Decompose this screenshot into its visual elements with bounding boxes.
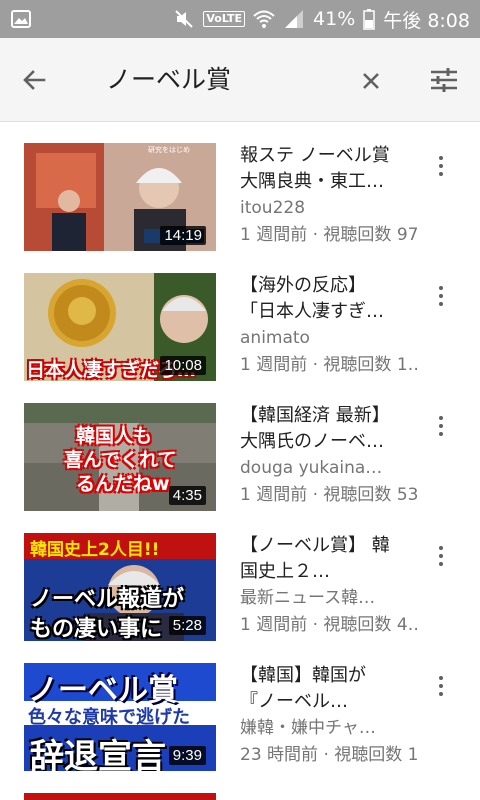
video-meta[interactable]: 【ノーベル賞】 韓 国史上２… 最新ニュース韓… 1 週間前 · 視聴回数 4…: [240, 533, 420, 639]
video-thumbnail[interactable]: 研究をはじめ 14:19: [24, 143, 216, 251]
video-duration: 10:08: [160, 356, 206, 375]
signal-icon: [285, 10, 304, 28]
video-duration: 5:28: [168, 616, 206, 635]
status-bar: VoLTE 41% 午後 8:08: [0, 0, 480, 38]
video-stats: 23 時間前 · 視聴回数 1…: [240, 745, 420, 765]
arrow-back-icon[interactable]: [18, 64, 50, 96]
close-icon[interactable]: [356, 66, 386, 96]
channel-name: 最新ニュース韓…: [240, 588, 376, 608]
mute-icon: [175, 10, 194, 28]
battery-percent: 41%: [313, 8, 356, 30]
thumbnail-caption-1: 韓国人も: [76, 425, 153, 447]
video-result[interactable]: 韓国人も 喜んでくれて るんだねw 4:35 【韓国経済 最新】 大隅氏のノーベ…: [0, 383, 480, 513]
video-meta[interactable]: 【韓国経済 最新】 大隅氏のノーベ… douga yukaina… 1 週間前 …: [240, 403, 420, 509]
video-result[interactable]: 韓国史上2人目!! ノーベル報道が もの凄い事に 5:28 【ノーベル賞】 韓 …: [0, 513, 480, 643]
tune-icon[interactable]: [428, 64, 460, 96]
video-stats: 1 週間前 · 視聴回数 53…: [240, 485, 420, 505]
channel-name: douga yukaina…: [240, 458, 383, 478]
thumbnail-caption-3: 辞退宣言: [30, 737, 166, 771]
video-title: 【韓国】韓国が 『ノーベル…: [240, 665, 366, 712]
clock: 午後 8:08: [383, 9, 470, 32]
more-vert-icon[interactable]: [430, 153, 452, 179]
video-result[interactable]: ノーベル賞 色々な意味で逃げた 辞退宣言 9:39 【韓国】韓国が 『ノーベル……: [0, 643, 480, 773]
thumbnail-caption-1: 韓国史上2人目!!: [30, 540, 160, 560]
video-duration: 9:39: [168, 746, 206, 765]
more-vert-icon[interactable]: [430, 413, 452, 439]
video-stats: 1 週間前 · 視聴回数 97…: [240, 225, 420, 245]
video-result-partial[interactable]: [0, 773, 480, 800]
video-result[interactable]: 研究をはじめ 14:19 報ステ ノーベル賞 大隅良典・東工… itou228 …: [0, 123, 480, 253]
more-vert-icon[interactable]: [430, 283, 452, 309]
search-app-bar: ノーベル賞: [0, 38, 480, 122]
video-meta[interactable]: 【韓国】韓国が 『ノーベル… 嫌韓・嫌中チャ… 23 時間前 · 視聴回数 1…: [240, 663, 420, 769]
channel-name: itou228: [240, 198, 306, 218]
volte-badge: VoLTE: [203, 11, 246, 27]
video-title: 報ステ ノーベル賞 大隅良典・東工…: [240, 145, 390, 192]
battery-icon: [363, 9, 376, 30]
search-results-list: 研究をはじめ 14:19 報ステ ノーベル賞 大隅良典・東工… itou228 …: [0, 123, 480, 800]
channel-name: 嫌韓・嫌中チャ…: [240, 718, 376, 738]
more-vert-icon[interactable]: [430, 673, 452, 699]
video-meta[interactable]: 【海外の反応】 「日本人凄すぎ… animato 1 週間前 · 視聴回数 1…: [240, 273, 420, 379]
video-title: 【韓国経済 最新】 大隅氏のノーベ…: [240, 405, 390, 452]
more-vert-icon[interactable]: [430, 543, 452, 569]
thumbnail-caption-2: 色々な意味で逃げた: [28, 707, 190, 728]
video-title: 【海外の反応】 「日本人凄すぎ…: [240, 275, 384, 322]
video-thumbnail[interactable]: ノーベル賞 色々な意味で逃げた 辞退宣言 9:39: [24, 663, 216, 771]
thumbnail-caption-2: 喜んでくれて: [64, 449, 177, 471]
wifi-icon: [253, 10, 275, 28]
video-result[interactable]: 日本人凄すぎだろ… 10:08 【海外の反応】 「日本人凄すぎ… animato…: [0, 253, 480, 383]
video-duration: 4:35: [168, 486, 206, 505]
thumbnail-caption-3: もの凄い事に: [30, 617, 163, 641]
thumbnail-caption-2: ノーベル報道が: [30, 587, 185, 612]
video-thumbnail[interactable]: 韓国史上2人目!! ノーベル報道が もの凄い事に 5:28: [24, 533, 216, 641]
video-thumbnail[interactable]: 日本人凄すぎだろ… 10:08: [24, 273, 216, 381]
search-query[interactable]: ノーベル賞: [106, 62, 231, 98]
svg-text:研究をはじめ: 研究をはじめ: [148, 145, 190, 154]
video-thumbnail[interactable]: 韓国人も 喜んでくれて るんだねw 4:35: [24, 403, 216, 511]
video-thumbnail[interactable]: [24, 793, 216, 800]
video-meta[interactable]: 報ステ ノーベル賞 大隅良典・東工… itou228 1 週間前 · 視聴回数 …: [240, 143, 420, 249]
thumbnail-caption-3: るんだねw: [76, 473, 170, 495]
video-duration: 14:19: [160, 226, 206, 245]
channel-name: animato: [240, 328, 310, 348]
video-title: 【ノーベル賞】 韓 国史上２…: [240, 535, 390, 582]
gallery-icon: [11, 10, 31, 28]
video-stats: 1 週間前 · 視聴回数 4…: [240, 615, 420, 635]
video-stats: 1 週間前 · 視聴回数 1…: [240, 355, 420, 375]
